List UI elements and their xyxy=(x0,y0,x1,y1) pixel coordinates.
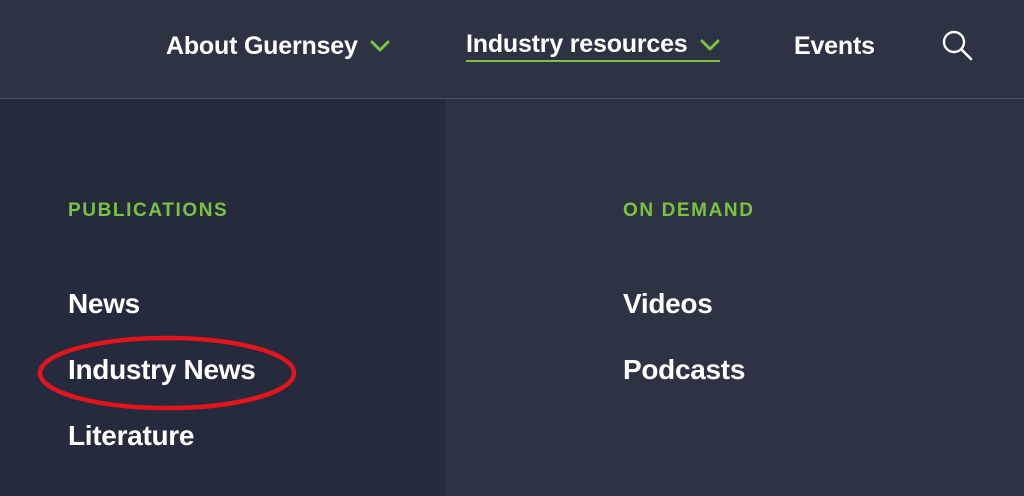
nav-industry-active-underline: Industry resources xyxy=(466,30,720,62)
menu-link-literature[interactable]: Literature xyxy=(68,420,194,452)
nav-events[interactable]: Events xyxy=(794,28,875,64)
dropdown-right-panel xyxy=(445,99,1024,496)
chevron-down-icon xyxy=(370,40,390,52)
menu-link-videos[interactable]: Videos xyxy=(623,288,713,320)
dropdown-left-panel xyxy=(0,99,445,496)
search-icon xyxy=(942,30,973,61)
nav-industry-label: Industry resources xyxy=(466,30,688,58)
menu-link-podcasts[interactable]: Podcasts xyxy=(623,354,745,386)
publications-heading: PUBLICATIONS xyxy=(68,200,229,221)
chevron-down-icon xyxy=(700,39,719,50)
on-demand-heading: ON DEMAND xyxy=(623,200,755,221)
nav-industry-resources[interactable]: Industry resources xyxy=(466,28,720,64)
menu-link-news[interactable]: News xyxy=(68,288,140,320)
nav-events-label: Events xyxy=(794,31,875,60)
top-navigation-bar: About Guernsey Industry resources Events xyxy=(0,0,1024,99)
menu-link-industry-news[interactable]: Industry News xyxy=(68,354,256,386)
nav-about-guernsey[interactable]: About Guernsey xyxy=(166,28,390,64)
search-button[interactable] xyxy=(938,26,976,64)
nav-about-label: About Guernsey xyxy=(166,31,358,60)
